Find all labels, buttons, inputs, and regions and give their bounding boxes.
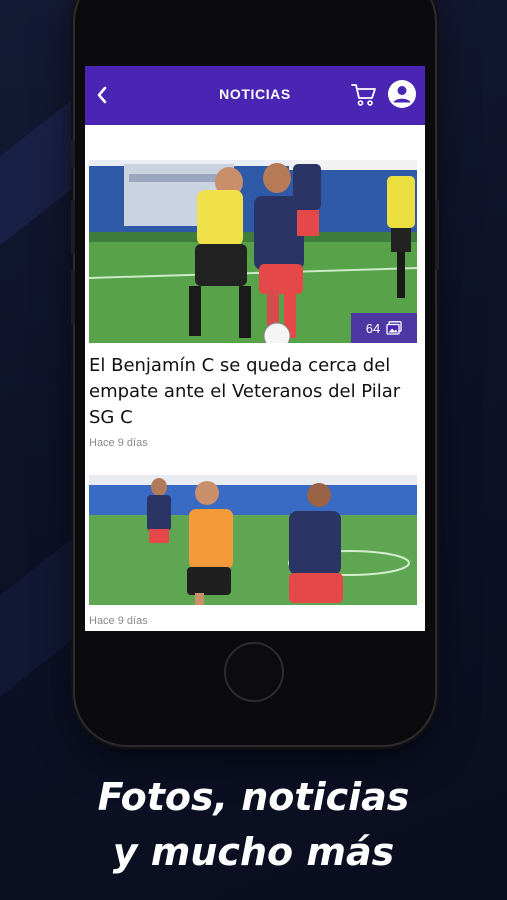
volume-down-button	[71, 270, 75, 325]
news-photo	[89, 475, 417, 605]
promo-tagline-line1: Fotos, noticias	[97, 775, 410, 819]
volume-up-button	[71, 200, 75, 255]
news-photo: 64	[89, 160, 417, 343]
image-gallery-icon	[386, 321, 402, 335]
app-screen: NOTICIAS 64 El Benjamín C se queda cerca…	[85, 66, 425, 631]
power-button	[435, 200, 439, 270]
photo-count: 64	[365, 320, 381, 336]
mute-switch	[71, 140, 75, 168]
news-headline: El Benjamín C se queda cerca del empate …	[89, 355, 401, 428]
promo-tagline-line2: y mucho más	[112, 830, 395, 874]
news-card[interactable]: Hace 9 días	[89, 475, 417, 627]
news-card[interactable]: 64 El Benjamín C se queda cerca del empa…	[89, 160, 417, 449]
home-button	[224, 642, 284, 702]
news-timestamp: Hace 9 días	[89, 437, 148, 449]
phone-frame: NOTICIAS 64 El Benjamín C se queda cerca…	[71, 0, 439, 745]
user-avatar-icon[interactable]	[387, 79, 417, 109]
photo-count-badge: 64	[351, 313, 417, 343]
cart-icon[interactable]	[349, 79, 379, 109]
app-header: NOTICIAS	[85, 66, 425, 125]
news-timestamp: Hace 9 días	[89, 615, 148, 627]
